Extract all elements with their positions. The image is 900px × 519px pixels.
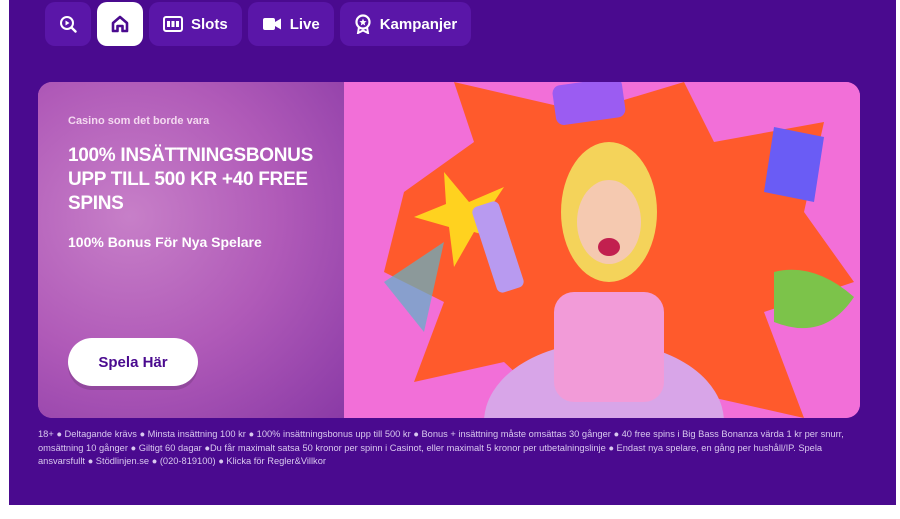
banner-tagline: Casino som det borde vara (68, 115, 210, 127)
nav-home-button[interactable] (97, 2, 143, 46)
nav-kampanjer-button[interactable]: Kampanjer (339, 2, 472, 46)
home-icon (110, 14, 130, 34)
nav-live-button[interactable]: Live (247, 2, 334, 46)
promo-image (344, 82, 860, 418)
nav-kampanjer-label: Kampanjer (379, 15, 458, 33)
nav-slots-button[interactable]: Slots (149, 2, 242, 46)
slot-machine-icon (163, 16, 183, 32)
page-frame: Slots Live Kampanjer Casino som det bord… (9, 0, 896, 505)
promo-banner: Casino som det borde vara 100% INSÄTTNIN… (38, 82, 860, 418)
banner-subline: 100% Bonus För Nya Spelare (68, 234, 262, 250)
play-here-button[interactable]: Spela Här (68, 338, 198, 386)
nav-slots-label: Slots (191, 15, 228, 33)
nav-search-button[interactable] (45, 2, 91, 46)
top-nav: Slots Live Kampanjer (45, 2, 472, 46)
badge-icon (354, 14, 372, 34)
promo-artwork (384, 82, 854, 418)
nav-live-label: Live (289, 15, 320, 33)
terms-disclaimer[interactable]: 18+ ● Deltagande krävs ● Minsta insättni… (38, 428, 863, 469)
search-play-icon (59, 15, 77, 33)
video-camera-icon (262, 17, 282, 31)
banner-headline: 100% INSÄTTNINGSBONUS UPP TILL 500 KR +4… (68, 145, 313, 214)
